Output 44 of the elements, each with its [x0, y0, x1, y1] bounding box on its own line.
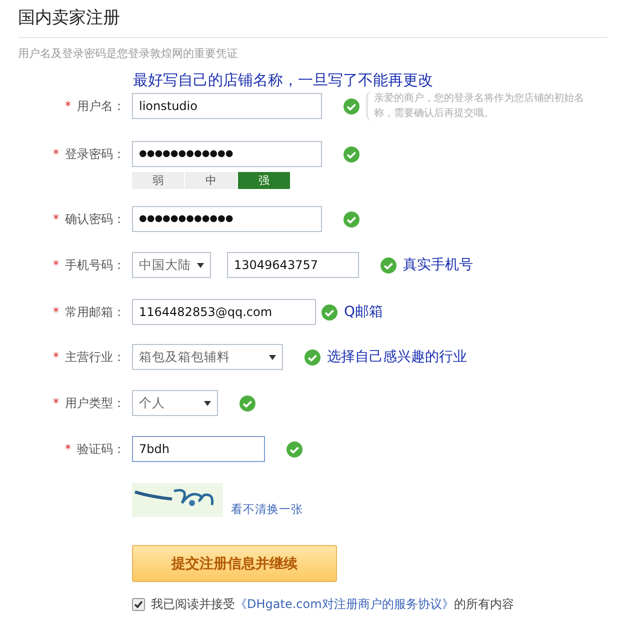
annotation: 最好写自己的店铺名称，一旦写了不能再更改	[133, 71, 434, 90]
input-field[interactable]: 1164482853@qq.com	[132, 299, 316, 325]
required-mark: *	[53, 258, 59, 272]
required-mark: *	[65, 442, 71, 456]
agreement-text: 我已阅读并接受	[151, 596, 235, 613]
strength-segment: 弱	[132, 172, 185, 189]
field-label: 验证码：	[77, 440, 125, 458]
required-mark: *	[53, 147, 59, 161]
field-label: 确认密码：	[65, 210, 125, 228]
checkbox[interactable]	[132, 598, 145, 611]
annotation: Q邮箱	[344, 303, 384, 321]
strength-segment: 中	[185, 172, 238, 189]
field-label: 主营行业：	[65, 348, 125, 366]
input-field[interactable]: lionstudio	[132, 93, 322, 119]
input-field[interactable]: ●●●●●●●●●●●●	[132, 206, 322, 232]
field-label: 用户名：	[77, 98, 125, 114]
page-title: 国内卖家注册	[18, 6, 608, 38]
annotation: 选择自己感兴趣的行业	[327, 348, 467, 366]
required-mark: *	[53, 396, 59, 410]
region-select[interactable]: 中国大陆	[132, 252, 211, 278]
required-mark: *	[53, 305, 59, 319]
required-mark: *	[53, 212, 59, 226]
captcha-field[interactable]: 7bdh	[132, 436, 265, 462]
required-mark: *	[65, 99, 71, 113]
caret-icon	[197, 262, 204, 268]
subtitle: 用户名及登录密码是您登录敦煌网的重要凭证	[18, 46, 239, 61]
required-mark: *	[53, 350, 59, 364]
annotation: 真实手机号	[403, 256, 473, 274]
agreement-link[interactable]: 《DHgate.com对注册商户的服务协议》	[235, 596, 454, 613]
hint-text: 亲爱的商户，您的登录名将作为您店铺的初始名称，需要确认后再提交哦。	[366, 91, 586, 121]
dropdown[interactable]: 个人	[132, 390, 218, 416]
field-label: 用户类型：	[65, 394, 125, 412]
phone-field[interactable]: 13049643757	[227, 252, 359, 278]
input-field[interactable]: ●●●●●●●●●●●●	[132, 141, 322, 167]
field-label: 手机号码：	[65, 256, 125, 274]
strength-segment: 强	[238, 172, 291, 189]
caret-icon	[269, 354, 276, 360]
agreement-text: 的所有内容	[454, 596, 514, 613]
field-label: 登录密码：	[65, 146, 125, 162]
dropdown[interactable]: 箱包及箱包辅料	[132, 344, 283, 370]
caret-icon	[204, 400, 211, 406]
field-label: 常用邮箱：	[65, 304, 125, 320]
refresh-captcha-link[interactable]: 看不清换一张	[231, 502, 303, 517]
submit-button[interactable]: 提交注册信息并继续	[132, 545, 337, 582]
